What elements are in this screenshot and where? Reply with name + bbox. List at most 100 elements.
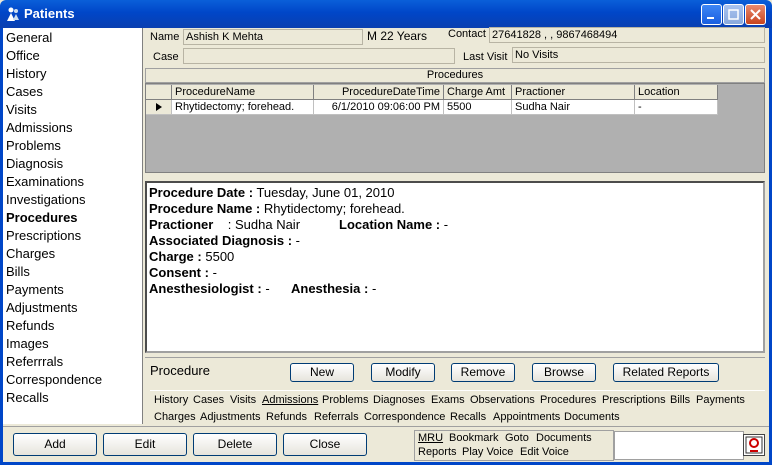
link-prescriptions[interactable]: Prescriptions	[602, 394, 666, 406]
cell-practioner[interactable]: Sudha Nair	[512, 100, 635, 115]
nav-item-examinations[interactable]: Examinations	[6, 174, 84, 189]
link-recalls[interactable]: Recalls	[450, 411, 486, 423]
name-field[interactable]: Ashish K Mehta	[183, 29, 363, 45]
link-procedures[interactable]: Procedures	[540, 394, 596, 406]
nav-item-referrals[interactable]: Referrrals	[6, 354, 63, 369]
last-visit-field[interactable]: No Visits	[512, 47, 765, 63]
detail-diagnosis: Associated Diagnosis : -	[149, 233, 301, 248]
help-button[interactable]	[743, 434, 765, 456]
link-refunds[interactable]: Refunds	[266, 411, 307, 423]
cell-procedure-datetime[interactable]: 6/1/2010 09:06:00 PM	[314, 100, 444, 115]
link-charges[interactable]: Charges	[154, 411, 196, 423]
link-admissions[interactable]: Admissions	[262, 394, 318, 406]
nav-item-payments[interactable]: Payments	[6, 282, 64, 297]
detail-consent: Consent : -	[149, 265, 217, 280]
title-bar: Patients	[0, 0, 772, 28]
link-exams[interactable]: Exams	[431, 394, 465, 406]
nav-item-procedures[interactable]: Procedures	[6, 210, 78, 225]
nav-item-history[interactable]: History	[6, 66, 46, 81]
link-cases[interactable]: Cases	[193, 394, 224, 406]
left-nav: General Office History Cases Visits Admi…	[3, 28, 143, 424]
procedure-action-bar: Procedure New Modify Remove Browse Relat…	[145, 357, 765, 383]
action-bar-title: Procedure	[150, 363, 210, 378]
maximize-icon	[728, 9, 739, 20]
last-visit-label: Last Visit	[463, 51, 508, 63]
nav-item-office[interactable]: Office	[6, 48, 40, 63]
bottom-bar: Add Edit Delete Close MRU Bookmark Goto …	[3, 426, 769, 462]
link-mru[interactable]: MRU	[418, 432, 443, 444]
link-correspondence[interactable]: Correspondence	[364, 411, 445, 423]
procedure-details-panel: Procedure Date : Tuesday, June 01, 2010 …	[145, 181, 765, 353]
nav-item-images[interactable]: Images	[6, 336, 49, 351]
detail-practioner: Practioner : Sudha Nair	[149, 217, 301, 232]
link-mru-documents[interactable]: Documents	[536, 432, 592, 444]
link-edit-voice[interactable]: Edit Voice	[520, 446, 569, 458]
minimize-icon	[707, 17, 714, 19]
edit-button[interactable]: Edit	[103, 433, 187, 456]
link-reports[interactable]: Reports	[418, 446, 457, 458]
link-visits[interactable]: Visits	[230, 394, 256, 406]
link-payments[interactable]: Payments	[696, 394, 745, 406]
link-referrals[interactable]: Referrals	[314, 411, 359, 423]
modify-button[interactable]: Modify	[371, 363, 435, 382]
row-pointer-icon	[156, 103, 162, 111]
link-goto[interactable]: Goto	[505, 432, 529, 444]
link-diagnoses[interactable]: Diagnoses	[373, 394, 425, 406]
contact-field[interactable]: 27641828 , , 9867468494	[489, 27, 765, 43]
close-window-button[interactable]	[745, 4, 766, 25]
new-button[interactable]: New	[290, 363, 354, 382]
link-history[interactable]: History	[154, 394, 188, 406]
nav-item-adjustments[interactable]: Adjustments	[6, 300, 78, 315]
link-problems[interactable]: Problems	[322, 394, 368, 406]
link-documents[interactable]: Documents	[564, 411, 620, 423]
nav-item-bills[interactable]: Bills	[6, 264, 30, 279]
add-button[interactable]: Add	[13, 433, 97, 456]
cell-location[interactable]: -	[635, 100, 718, 115]
column-header-procedure-name[interactable]: ProcedureName	[172, 85, 314, 100]
nav-item-recalls[interactable]: Recalls	[6, 390, 49, 405]
link-bookmark[interactable]: Bookmark	[449, 432, 499, 444]
column-header-procedure-datetime[interactable]: ProcedureDateTime	[314, 85, 444, 100]
name-label: Name	[150, 31, 180, 43]
column-header-charge-amt[interactable]: Charge Amt	[444, 85, 512, 100]
detail-anesthesiologist: Anesthesiologist : -	[149, 281, 270, 296]
link-observations[interactable]: Observations	[470, 394, 535, 406]
detail-charge: Charge : 5500	[149, 249, 235, 264]
nav-item-cases[interactable]: Cases	[6, 84, 43, 99]
related-reports-button[interactable]: Related Reports	[613, 363, 719, 382]
minimize-button[interactable]	[701, 4, 722, 25]
grid-corner	[146, 85, 172, 100]
contact-label: Contact	[448, 28, 486, 40]
row-selector[interactable]	[146, 100, 172, 115]
nav-item-visits[interactable]: Visits	[6, 102, 37, 117]
column-header-location[interactable]: Location	[635, 85, 718, 100]
detail-procedure-name: Procedure Name : Rhytidectomy; forehead.	[149, 201, 405, 216]
link-adjustments[interactable]: Adjustments	[200, 411, 261, 423]
nav-item-refunds[interactable]: Refunds	[6, 318, 54, 333]
browse-button[interactable]: Browse	[532, 363, 596, 382]
case-field[interactable]	[183, 48, 455, 64]
link-bills[interactable]: Bills	[670, 394, 690, 406]
nav-item-admissions[interactable]: Admissions	[6, 120, 72, 135]
link-play-voice[interactable]: Play Voice	[462, 446, 513, 458]
remove-button[interactable]: Remove	[451, 363, 515, 382]
procedures-grid[interactable]: ProcedureName ProcedureDateTime Charge A…	[145, 83, 765, 173]
cell-charge-amt[interactable]: 5500	[444, 100, 512, 115]
nav-item-correspondence[interactable]: Correspondence	[6, 372, 102, 387]
nav-item-general[interactable]: General	[6, 30, 52, 45]
cell-procedure-name[interactable]: Rhytidectomy; forehead.	[172, 100, 314, 115]
column-header-practioner[interactable]: Practioner	[512, 85, 635, 100]
maximize-button[interactable]	[723, 4, 744, 25]
nav-item-investigations[interactable]: Investigations	[6, 192, 86, 207]
nav-item-diagnosis[interactable]: Diagnosis	[6, 156, 63, 171]
delete-button[interactable]: Delete	[193, 433, 277, 456]
close-button[interactable]: Close	[283, 433, 367, 456]
link-appointments[interactable]: Appointments	[493, 411, 560, 423]
nav-item-charges[interactable]: Charges	[6, 246, 55, 261]
close-icon	[750, 9, 761, 20]
nav-item-prescriptions[interactable]: Prescriptions	[6, 228, 81, 243]
app-icon	[7, 7, 19, 21]
mru-panel: MRU Bookmark Goto Documents Reports Play…	[414, 430, 614, 461]
help-icon	[745, 436, 763, 454]
nav-item-problems[interactable]: Problems	[6, 138, 61, 153]
